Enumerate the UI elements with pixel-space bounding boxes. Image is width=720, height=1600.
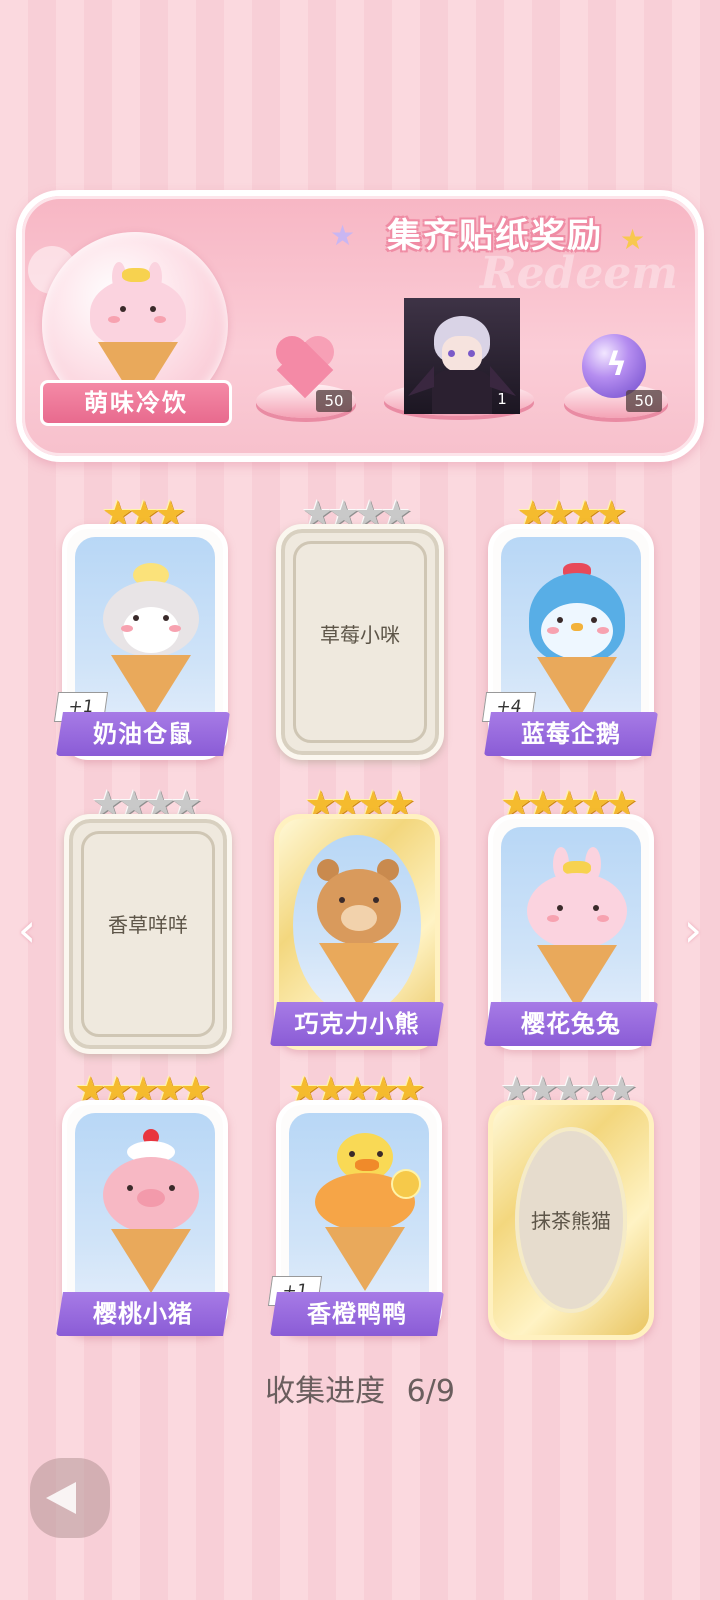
card-name-label: 香橙鸭鸭 <box>270 1292 444 1336</box>
reward-count: 50 <box>316 390 352 412</box>
collection-progress: 收集进度 6/9 <box>0 1366 720 1410</box>
back-button[interactable] <box>30 1458 110 1538</box>
previous-page-arrow-icon[interactable]: ‹ <box>10 905 44 955</box>
card-name-label: 巧克力小熊 <box>270 1002 444 1046</box>
sticker-card-locked[interactable]: 抹茶熊猫 <box>488 1100 654 1340</box>
progress-value: 6/9 <box>406 1374 455 1409</box>
pig-icecream-icon <box>97 1129 207 1293</box>
reward-count: 50 <box>626 390 662 412</box>
sticker-card-locked[interactable]: 香草咩咩 <box>64 814 232 1054</box>
penguin-icecream-icon <box>523 563 633 723</box>
reward-count: 1 <box>497 390 507 408</box>
bear-icecream-icon <box>307 849 417 1009</box>
card-name-label: 蓝莓企鹅 <box>484 712 658 756</box>
locked-card-name: 草莓小咪 <box>320 623 400 647</box>
card-name-label: 樱花兔兔 <box>484 1002 658 1046</box>
card-name-label: 樱桃小猪 <box>56 1292 230 1336</box>
card-name-label: 奶油仓鼠 <box>56 712 230 756</box>
purple-energy-orb-icon: ϟ <box>582 334 646 398</box>
sticker-card-locked[interactable]: 草莓小咪 <box>276 524 444 760</box>
next-page-arrow-icon[interactable]: › <box>676 905 710 955</box>
hamster-icecream-icon <box>97 563 207 723</box>
bunny-icecream-icon <box>523 847 633 1009</box>
duck-icecream-icon <box>311 1129 421 1291</box>
locked-card-name: 抹茶熊猫 <box>531 1209 611 1233</box>
set-name-label: 萌味冷饮 <box>40 380 232 426</box>
bunny-icecream-icon <box>90 262 190 406</box>
progress-label: 收集进度 <box>265 1374 386 1409</box>
star-decoration-icon: ★ <box>330 219 356 252</box>
banner-title: 集齐贴纸奖励 <box>387 216 603 256</box>
pink-heart-gem-icon <box>276 336 336 399</box>
locked-card-name: 香草咩咩 <box>108 913 188 937</box>
back-arrow-icon <box>46 1482 76 1514</box>
